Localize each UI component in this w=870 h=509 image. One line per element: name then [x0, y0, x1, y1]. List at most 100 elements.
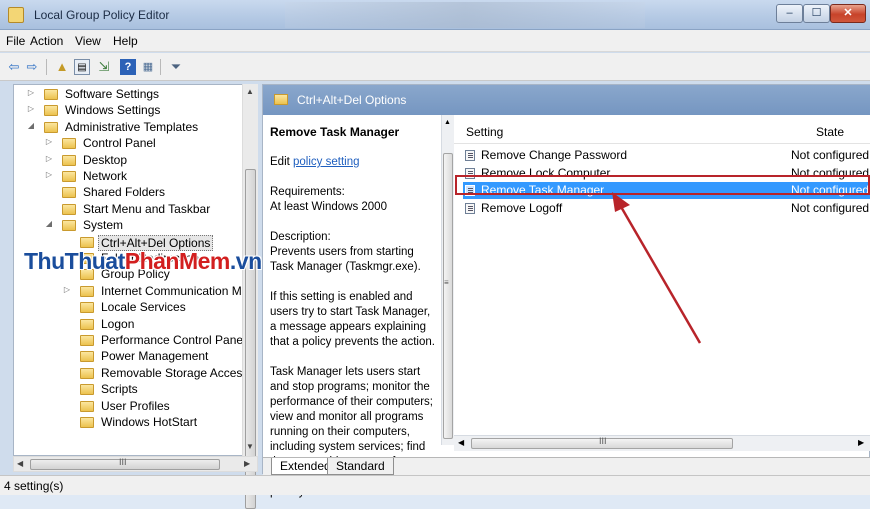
tree-item-label: Start Menu and Taskbar	[83, 201, 211, 216]
setting-row[interactable]: Remove Change Password Not configured	[463, 147, 870, 164]
list-horizontal-scrollbar[interactable]: ◀ III ▶	[454, 435, 870, 451]
back-arrow-icon[interactable]: ⇦	[6, 59, 22, 75]
folder-icon	[44, 121, 58, 133]
tree-item-label: System	[83, 218, 124, 233]
menu-view[interactable]: View	[75, 34, 101, 48]
folder-icon	[62, 203, 76, 215]
show-hide-tree-icon[interactable]: ▤	[74, 59, 90, 75]
view-tabs: Extended Standard	[263, 457, 870, 475]
expand-arrow-icon[interactable]: ▷	[44, 137, 54, 146]
setting-name: Remove Logoff	[481, 200, 563, 215]
tree-item-label: Removable Storage Access	[101, 365, 249, 380]
folder-icon	[62, 138, 76, 150]
help-icon[interactable]: ?	[120, 59, 136, 75]
tree-item-label: Desktop	[83, 152, 128, 167]
watermark: ThuThuatPhanMem.vn	[24, 248, 262, 275]
folder-icon	[80, 236, 94, 248]
tab-standard[interactable]: Standard	[327, 458, 394, 475]
tree-item-label: Control Panel	[83, 136, 156, 151]
scroll-down-arrow-icon[interactable]: ▼	[246, 442, 254, 451]
filter-icon[interactable]: ⏷	[168, 59, 184, 75]
menu-file[interactable]: File	[6, 34, 25, 48]
folder-icon	[80, 384, 94, 396]
folder-icon	[80, 400, 94, 412]
details-header: Ctrl+Alt+Del Options	[263, 85, 870, 115]
tree-item-label: Shared Folders	[83, 185, 166, 200]
setting-state: Not configured	[791, 200, 870, 215]
description-label: Description:	[270, 231, 331, 243]
expand-arrow-icon[interactable]: ▷	[44, 170, 54, 179]
scroll-up-arrow-icon[interactable]: ▲	[246, 87, 254, 96]
maximize-button[interactable]: ☐	[803, 4, 830, 23]
description: Description: Prevents users from starting…	[270, 230, 438, 275]
details-pane: Ctrl+Alt+Del Options Remove Task Manager…	[262, 84, 870, 498]
tree-item-label: Locale Services	[101, 300, 186, 315]
tree-item-label: Windows Settings	[65, 103, 161, 118]
edit-policy-link[interactable]: policy setting	[293, 156, 359, 168]
properties-icon[interactable]: ▦	[140, 59, 156, 75]
column-header-state[interactable]: State	[816, 125, 844, 139]
group-policy-window: Local Group Policy Editor – ☐ ✕ File Act…	[0, 0, 870, 509]
minimize-button[interactable]: –	[776, 4, 803, 23]
expand-arrow-icon[interactable]: ▷	[44, 154, 54, 163]
tree-item-label: Windows HotStart	[101, 415, 198, 429]
tree-horizontal-scrollbar[interactable]: ◀ III ▶	[13, 456, 258, 472]
edit-line: Edit policy setting	[270, 155, 438, 170]
scroll-right-arrow-icon[interactable]: ▶	[858, 438, 864, 447]
tree-item-label: Internet Communication M	[101, 283, 242, 298]
expand-arrow-icon[interactable]: ▷	[62, 285, 72, 294]
toolbar-separator	[46, 59, 47, 75]
folder-icon	[80, 335, 94, 346]
scroll-left-arrow-icon[interactable]: ◀	[458, 438, 464, 447]
folder-icon	[62, 171, 76, 182]
tree-item-label: Network	[83, 169, 128, 183]
menu-bar: File Action View Help	[0, 30, 870, 52]
folder-icon	[80, 318, 94, 330]
watermark-part2: PhanMem	[124, 248, 231, 274]
expand-arrow-icon[interactable]: ▷	[26, 88, 36, 97]
tree-hscroll-grip: III	[119, 457, 127, 467]
menu-help[interactable]: Help	[113, 34, 138, 48]
scroll-left-arrow-icon[interactable]: ◀	[17, 459, 23, 468]
requirements-value: At least Windows 2000	[270, 201, 387, 213]
folder-icon	[80, 351, 94, 363]
up-folder-icon[interactable]: ▲	[54, 59, 70, 75]
collapse-arrow-icon[interactable]: ◢	[26, 121, 36, 130]
window-title: Local Group Policy Editor	[34, 8, 170, 22]
expand-arrow-icon[interactable]: ▷	[26, 104, 36, 113]
policy-title: Remove Task Manager	[270, 125, 400, 139]
collapse-arrow-icon[interactable]: ◢	[44, 219, 54, 228]
header-divider	[454, 143, 870, 144]
app-icon	[8, 7, 24, 23]
blurred-background-area	[285, 2, 645, 28]
toolbar-separator	[160, 59, 161, 75]
edit-prefix: Edit	[270, 156, 294, 168]
folder-icon	[62, 187, 76, 199]
watermark-part3: .vn	[229, 248, 262, 274]
policy-setting-icon	[465, 202, 475, 214]
menu-action[interactable]: Action	[30, 34, 63, 48]
tree-item-label: Power Management	[101, 349, 209, 364]
scroll-right-arrow-icon[interactable]: ▶	[244, 459, 250, 468]
scroll-up-arrow-icon[interactable]: ▲	[444, 119, 451, 126]
folder-icon	[62, 154, 76, 166]
folder-icon	[80, 285, 94, 297]
forward-arrow-icon[interactable]: ⇨	[24, 59, 40, 75]
folder-icon	[62, 220, 76, 232]
details-header-title: Ctrl+Alt+Del Options	[297, 93, 407, 107]
requirements-label: Requirements:	[270, 186, 345, 198]
tree-item-label: Administrative Templates	[65, 119, 199, 134]
export-list-icon[interactable]: ⇲	[96, 59, 112, 75]
description-scroll-thumb[interactable]	[443, 153, 453, 439]
tree-item-label: User Profiles	[101, 398, 170, 413]
folder-icon	[274, 94, 288, 105]
setting-row[interactable]: Remove Logoff Not configured	[463, 200, 870, 217]
folder-icon	[80, 367, 94, 379]
status-text: 4 setting(s)	[4, 479, 64, 493]
highlight-box	[455, 175, 870, 195]
column-header-setting[interactable]: Setting	[466, 125, 503, 139]
list-hscroll-grip: III	[599, 436, 607, 446]
title-bar[interactable]: Local Group Policy Editor – ☐ ✕	[0, 0, 870, 30]
description-scrollbar[interactable]: ▲ ≡	[441, 115, 454, 445]
close-button[interactable]: ✕	[830, 4, 866, 23]
